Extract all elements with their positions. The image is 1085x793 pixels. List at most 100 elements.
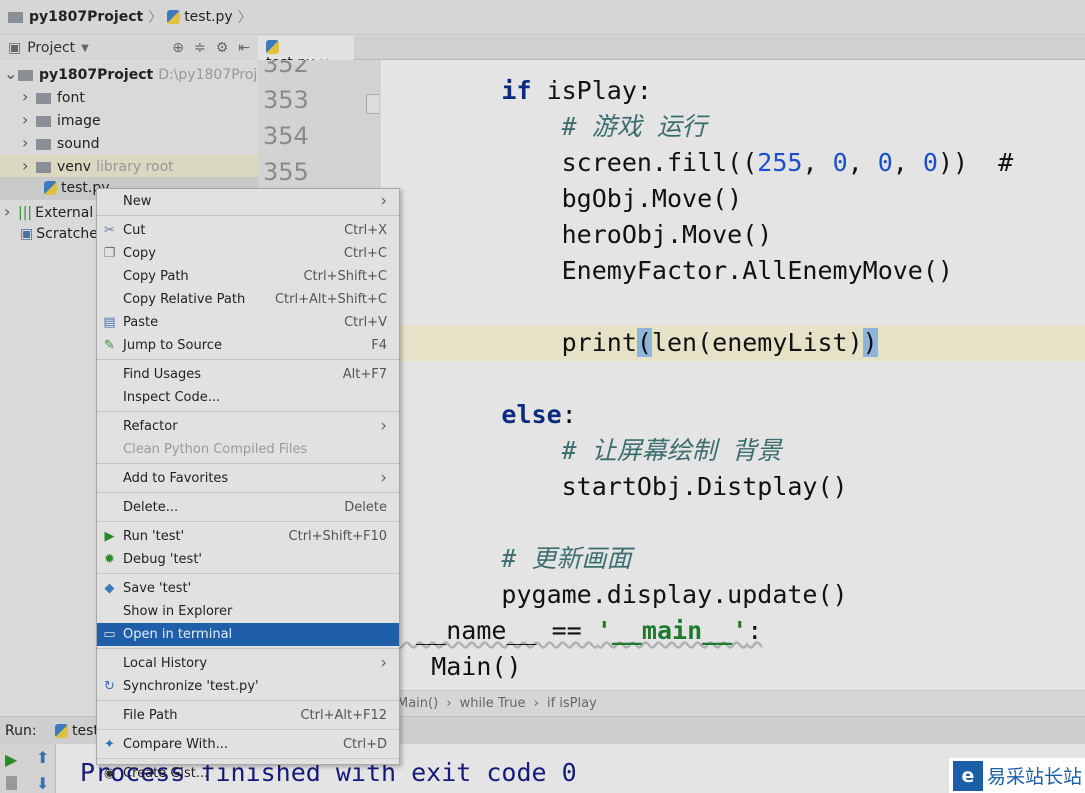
project-view-selector[interactable]: Project [27,40,75,56]
tree-item-label: font [57,90,85,106]
chevron-down-icon[interactable]: ▼ [81,43,89,54]
tree-item[interactable]: › image [0,108,258,131]
gear-icon[interactable]: ⚙ [216,40,229,56]
project-toolbar: ▣ Project ▼ ⊕ ≑ ⚙ ⇤ [0,36,258,60]
menu-item-label: Show in Explorer [123,604,233,619]
menu-item-file-path[interactable]: File Path Ctrl+Alt+F12 [97,704,399,727]
chevron-right-icon: 〉 [237,10,252,26]
rerun-icon[interactable]: ▶ [5,750,17,769]
breadcrumb-item[interactable]: if isPlay [547,696,597,711]
code-line[interactable]: # 游戏 运行 [381,109,1085,145]
menu-item-add-to-favorites[interactable]: Add to Favorites › [97,467,399,490]
editor-breadcrumbs: Main() › while True › if isPlay [381,690,1085,716]
menu-item-open-in-terminal[interactable]: ▭ Open in terminal [97,623,399,646]
copy-icon: ❐ [103,246,116,261]
code-line[interactable]: bgObj.Move() [381,181,1085,217]
logo-icon: e [953,760,983,791]
code-line[interactable] [381,361,1085,397]
menu-item-debug-test[interactable]: ✹ Debug 'test' [97,548,399,571]
code-line[interactable]: EnemyFactor.AllEnemyMove() [381,253,1085,289]
code-line[interactable] [381,60,1085,73]
code-line[interactable]: startObj.Distplay() [381,469,1085,505]
menu-item-copy-path[interactable]: Copy Path Ctrl+Shift+C [97,265,399,288]
menu-item-shortcut: Ctrl+Alt+Shift+C [274,292,387,307]
tree-item[interactable]: › sound [0,131,258,154]
code-editor[interactable]: if isPlay: # 游戏 运行 screen.fill((255, 0, … [381,60,1085,690]
tree-item[interactable]: › font [0,85,258,108]
code-line[interactable]: print(len(enemyList)) [381,325,1085,361]
menu-item-inspect-code[interactable]: Inspect Code... [97,386,399,409]
menu-item-paste[interactable]: ▤ Paste Ctrl+V [97,311,399,334]
arrow-down-icon[interactable]: ⬇ [36,774,49,793]
stop-icon[interactable] [6,776,17,790]
menu-item-label: Compare With... [123,737,229,752]
code-line[interactable]: # 更新画面 [381,541,1085,577]
tree-item-hint: library root [96,159,174,175]
breadcrumb-project[interactable]: py1807Project [29,9,143,25]
code-token: screen.fill(( [381,148,758,177]
menu-item-save-test[interactable]: ◆ Save 'test' [97,577,399,600]
code-token: heroObj.Move() [381,220,773,249]
code-line[interactable]: Main() [381,649,1075,685]
chevron-right-icon[interactable]: › [22,154,36,177]
folder-icon [36,138,51,150]
code-line[interactable]: heroObj.Move() [381,217,1085,253]
compare-icon: ✦ [104,737,115,752]
menu-item-compare-with[interactable]: ✦ Compare With... Ctrl+D [97,733,399,756]
chevron-right-icon[interactable]: › [22,131,36,154]
code-line[interactable] [381,505,1085,541]
context-menu: New › ✂ Cut Ctrl+X ❐ Copy Ctrl+C Copy Path Ctrl+S… [96,188,400,781]
code-line[interactable]: # 让屏幕绘制 背景 [381,433,1085,469]
menu-item-delete[interactable]: Delete... Delete [97,496,399,519]
menu-item-copy[interactable]: ❐ Copy Ctrl+C [97,242,399,265]
menu-item-run-test[interactable]: ▶ Run 'test' Ctrl+Shift+F10 [97,525,399,548]
arrow-up-icon[interactable]: ⬆ [36,748,49,767]
project-view-icon: ▣ [8,40,22,56]
code-line[interactable]: else: [381,397,1085,433]
menu-item-create-gist[interactable]: ◉ Create Gist... [97,762,399,785]
navigation-bar: py1807Project 〉 test.py 〉 [0,0,1085,35]
python-file-icon [44,181,57,195]
menu-item-find-usages[interactable]: Find Usages Alt+F7 [97,363,399,386]
tree-item[interactable]: ⌄ py1807Project D:\py1807Project [0,62,279,85]
menu-item-jump-to-source[interactable]: ✎ Jump to Source F4 [97,334,399,357]
chevron-right-icon[interactable]: › [22,85,36,108]
chevron-down-icon[interactable]: ⌄ [4,62,18,85]
menu-item-synchronize-test-py[interactable]: ↻ Synchronize 'test.py' [97,675,399,698]
menu-item-copy-relative-path[interactable]: Copy Relative Path Ctrl+Alt+Shift+C [97,288,399,311]
code-line[interactable]: screen.fill((255, 0, 0, 0)) # [381,145,1085,181]
menu-item-refactor[interactable]: Refactor › [97,415,399,438]
chevron-right-icon[interactable]: › [22,108,36,131]
fold-marker-icon[interactable] [366,94,379,114]
hide-icon[interactable]: ⇤ [238,40,250,56]
breadcrumb-file[interactable]: test.py [184,9,233,25]
code-line[interactable]: if __name__ == '__main__': [381,613,1075,649]
locate-icon[interactable]: ⊕ [172,40,184,56]
breadcrumb-item[interactable]: while True [460,696,526,711]
tree-item[interactable]: › venv library root [0,154,258,177]
code-line[interactable]: if isPlay: [381,73,1085,109]
menu-item-show-in-explorer[interactable]: Show in Explorer [97,600,399,623]
github-icon: ◉ [103,766,116,781]
chevron-right-icon: › [380,468,387,488]
chevron-right-icon[interactable]: › [4,200,18,223]
menu-item-label: Open in terminal [123,627,233,642]
code-token: Main() [381,652,522,681]
menu-item-label: Paste [123,315,159,330]
code-line[interactable] [381,289,1085,325]
tab-test-py[interactable]: test.py× [258,36,354,71]
breadcrumb-item[interactable]: Main() [397,696,438,711]
run-tab[interactable]: test [55,723,99,739]
code-line[interactable]: pygame.display.update() [381,577,1085,613]
menu-item-label: Find Usages [123,367,202,382]
debug-icon: ✹ [104,552,115,567]
menu-item-label: Refactor [123,419,178,434]
collapse-icon[interactable]: ≑ [194,40,206,56]
menu-item-new[interactable]: New › [97,190,399,213]
code-token: '__main__' [596,616,748,645]
menu-item-local-history[interactable]: Local History › [97,652,399,675]
code-token: len(enemyList) [651,328,863,357]
folder-icon [36,92,51,104]
menu-item-cut[interactable]: ✂ Cut Ctrl+X [97,219,399,242]
